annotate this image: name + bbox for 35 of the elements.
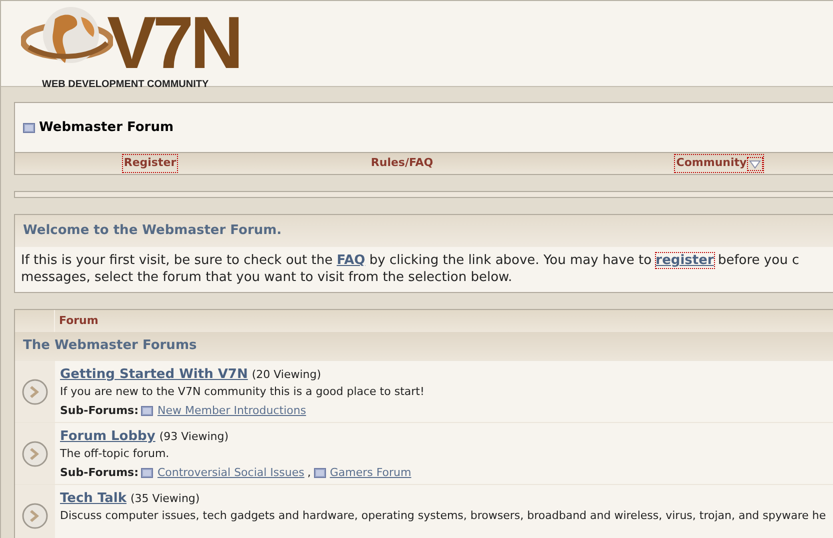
arrow-circle-icon bbox=[22, 378, 48, 404]
viewing-count: (93 Viewing) bbox=[159, 429, 229, 445]
faq-link[interactable]: FAQ bbox=[336, 253, 366, 268]
arrow-circle-icon bbox=[22, 440, 48, 466]
viewing-count: (35 Viewing) bbox=[130, 491, 200, 507]
welcome-title: Welcome to the Webmaster Forum. bbox=[23, 222, 282, 240]
forum-link[interactable]: Forum Lobby bbox=[60, 429, 156, 445]
subforum-link[interactable]: Controversial Social Issues bbox=[157, 464, 304, 481]
subforums-label: Sub-Forums: bbox=[60, 402, 138, 418]
column-header: Forum bbox=[58, 312, 98, 329]
forum-title: Webmaster Forum bbox=[39, 118, 174, 137]
nav-link[interactable]: Community bbox=[675, 155, 763, 172]
nav-link[interactable]: Rules/FAQ bbox=[370, 155, 434, 172]
forum-link[interactable]: Getting Started With V7N bbox=[60, 367, 248, 383]
logo-tagline: WEB DEVELOPMENT COMMUNITY bbox=[42, 80, 210, 90]
caret-icon bbox=[748, 158, 762, 170]
logo-text: V7N bbox=[107, 11, 240, 75]
nav-link[interactable]: Register bbox=[122, 155, 178, 172]
category-title: The Webmaster Forums bbox=[23, 337, 197, 356]
welcome-text: If this is your first visit, be sure to check out the FAQ by clicking the link above. You may have to register before you c messages, select the forum that you want to visit from the selection below. bbox=[20, 252, 800, 287]
forum-description: If you are new to the V7N community this is a good place to start! bbox=[60, 384, 424, 398]
subforums-label: Sub-Forums: bbox=[60, 464, 138, 480]
separator: , bbox=[307, 464, 311, 480]
forum-description: Discuss computer issues, tech gadgets and hardware, operating systems, browsers, broadband and wireless, virus, trojan, and spyware he bbox=[60, 508, 826, 522]
arrow-circle-icon bbox=[22, 502, 48, 528]
folder-icon bbox=[141, 405, 154, 416]
folder-icon bbox=[141, 467, 154, 478]
folder-icon bbox=[314, 467, 326, 478]
folder-icon bbox=[23, 122, 35, 133]
subforum-link[interactable]: New Member Introductions bbox=[157, 402, 306, 419]
forum-link[interactable]: Tech Talk bbox=[60, 491, 127, 507]
viewing-count: (20 Viewing) bbox=[252, 367, 322, 383]
forum-description: The off-topic forum. bbox=[60, 446, 170, 460]
register-link[interactable]: register bbox=[656, 253, 714, 268]
subforum-link[interactable]: Gamers Forum bbox=[330, 464, 412, 481]
